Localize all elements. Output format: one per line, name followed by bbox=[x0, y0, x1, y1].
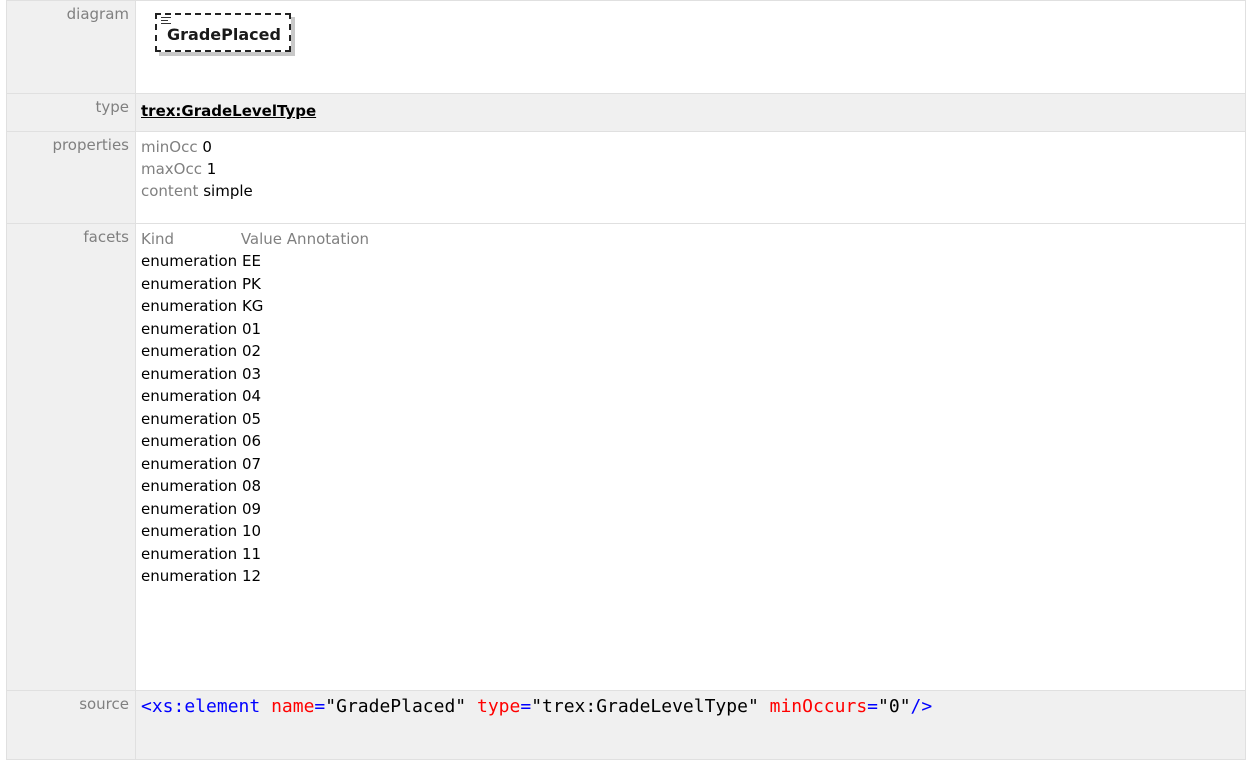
source-code: <xs:element name="GradePlaced" type="tre… bbox=[141, 696, 1245, 717]
property-value: 0 bbox=[202, 138, 212, 156]
diagram-row: diagram GradePlaced bbox=[6, 0, 1246, 94]
facet-kind: enumeration bbox=[141, 409, 238, 428]
facet-row: enumeration KG bbox=[141, 295, 1245, 318]
facet-row: enumeration 06 bbox=[141, 430, 1245, 453]
properties-label: properties bbox=[6, 131, 136, 224]
facet-value: 04 bbox=[241, 387, 262, 405]
facet-row: enumeration 10 bbox=[141, 520, 1245, 543]
source-row: source <xs:element name="GradePlaced" ty… bbox=[6, 690, 1246, 760]
facet-row: enumeration 04 bbox=[141, 385, 1245, 408]
facet-kind: enumeration bbox=[141, 252, 238, 270]
xml-value-name: "GradePlaced" bbox=[325, 696, 467, 717]
facet-kind: enumeration bbox=[141, 432, 238, 450]
facet-row: enumeration 08 bbox=[141, 475, 1245, 498]
facet-kind: enumeration bbox=[141, 364, 238, 383]
list-icon bbox=[161, 17, 171, 25]
facet-value: KG bbox=[241, 297, 264, 315]
schema-doc-table: diagram GradePlaced type trex:GradeLevel… bbox=[6, 0, 1246, 760]
type-link[interactable]: trex:GradeLevelType bbox=[141, 102, 316, 120]
property-value: simple bbox=[203, 182, 253, 200]
facet-kind: enumeration bbox=[141, 274, 238, 293]
type-row: type trex:GradeLevelType bbox=[6, 93, 1246, 132]
facet-kind: enumeration bbox=[141, 342, 238, 360]
xml-attr-minoccurs: minOccurs bbox=[769, 696, 868, 717]
properties-row: properties minOcc 0 maxOcc 1 content sim… bbox=[6, 131, 1246, 224]
facet-value: 03 bbox=[241, 364, 262, 383]
facet-row: enumeration 11 bbox=[141, 543, 1245, 566]
xml-attr-type: type bbox=[477, 696, 521, 717]
facet-kind: enumeration bbox=[141, 499, 238, 518]
type-cell: trex:GradeLevelType bbox=[135, 93, 1246, 132]
facet-value: 08 bbox=[241, 477, 262, 495]
facet-row: enumeration 01 bbox=[141, 318, 1245, 341]
property-minocc: minOcc 0 bbox=[141, 136, 1245, 158]
xml-tag-open: <xs:element bbox=[141, 696, 261, 717]
facet-row: enumeration 02 bbox=[141, 340, 1245, 363]
facet-row: enumeration 05 bbox=[141, 408, 1245, 431]
property-key: minOcc bbox=[141, 138, 198, 156]
properties-cell: minOcc 0 maxOcc 1 content simple bbox=[135, 131, 1246, 224]
facet-value: 12 bbox=[241, 567, 262, 585]
facet-value: 11 bbox=[241, 544, 262, 563]
facets-header-annotation: Annotation bbox=[286, 230, 370, 248]
xml-attr-name: name bbox=[271, 696, 315, 717]
facet-kind: enumeration bbox=[141, 454, 238, 473]
facet-kind: enumeration bbox=[141, 387, 238, 405]
element-name: GradePlaced bbox=[167, 25, 281, 44]
facets-header-kind: Kind bbox=[141, 230, 175, 248]
facet-value: PK bbox=[241, 274, 261, 293]
type-label: type bbox=[6, 93, 136, 132]
facet-kind: enumeration bbox=[141, 522, 238, 540]
facets-list: enumeration EE enumeration PK enumeration … bbox=[141, 250, 1245, 588]
facets-header-value: Value bbox=[240, 230, 283, 248]
facet-value: 06 bbox=[241, 432, 262, 450]
facet-kind: enumeration bbox=[141, 297, 238, 315]
facet-kind: enumeration bbox=[141, 544, 238, 563]
facets-header: Kind Value Annotation bbox=[141, 228, 1245, 250]
facet-value: 07 bbox=[241, 454, 262, 473]
property-value: 1 bbox=[206, 160, 217, 178]
xml-value-type: "trex:GradeLevelType" bbox=[531, 696, 759, 717]
xml-value-minoccurs: "0" bbox=[878, 696, 911, 717]
facet-value: 02 bbox=[241, 342, 262, 360]
property-content: content simple bbox=[141, 180, 1245, 202]
facets-row: facets Kind Value Annotation enumeration… bbox=[6, 223, 1246, 691]
xml-tag-close: /> bbox=[910, 696, 933, 717]
xml-equals: = bbox=[314, 696, 326, 717]
facet-value: 01 bbox=[241, 319, 262, 338]
xml-equals: = bbox=[867, 696, 879, 717]
property-key: content bbox=[141, 182, 199, 200]
facet-row: enumeration 03 bbox=[141, 363, 1245, 386]
xml-equals: = bbox=[520, 696, 532, 717]
facet-value: 05 bbox=[241, 409, 262, 428]
facet-value: 09 bbox=[241, 499, 262, 518]
diagram-label: diagram bbox=[6, 0, 136, 94]
facet-kind: enumeration bbox=[141, 567, 238, 585]
facet-row: enumeration 07 bbox=[141, 453, 1245, 476]
source-cell: <xs:element name="GradePlaced" type="tre… bbox=[135, 690, 1246, 760]
property-key: maxOcc bbox=[141, 160, 202, 178]
element-diagram-box[interactable]: GradePlaced bbox=[155, 13, 291, 52]
source-label: source bbox=[6, 690, 136, 760]
facets-label: facets bbox=[6, 223, 136, 691]
facet-row: enumeration 09 bbox=[141, 498, 1245, 521]
facet-value: EE bbox=[241, 252, 261, 270]
facet-value: 10 bbox=[241, 522, 262, 540]
facet-row: enumeration PK bbox=[141, 273, 1245, 296]
facets-cell: Kind Value Annotation enumeration EE enum… bbox=[135, 223, 1246, 691]
facet-row: enumeration EE bbox=[141, 250, 1245, 273]
diagram-cell: GradePlaced bbox=[135, 0, 1246, 94]
facet-row: enumeration 12 bbox=[141, 565, 1245, 588]
facet-kind: enumeration bbox=[141, 477, 238, 495]
facet-kind: enumeration bbox=[141, 319, 238, 338]
property-maxocc: maxOcc 1 bbox=[141, 158, 1245, 180]
